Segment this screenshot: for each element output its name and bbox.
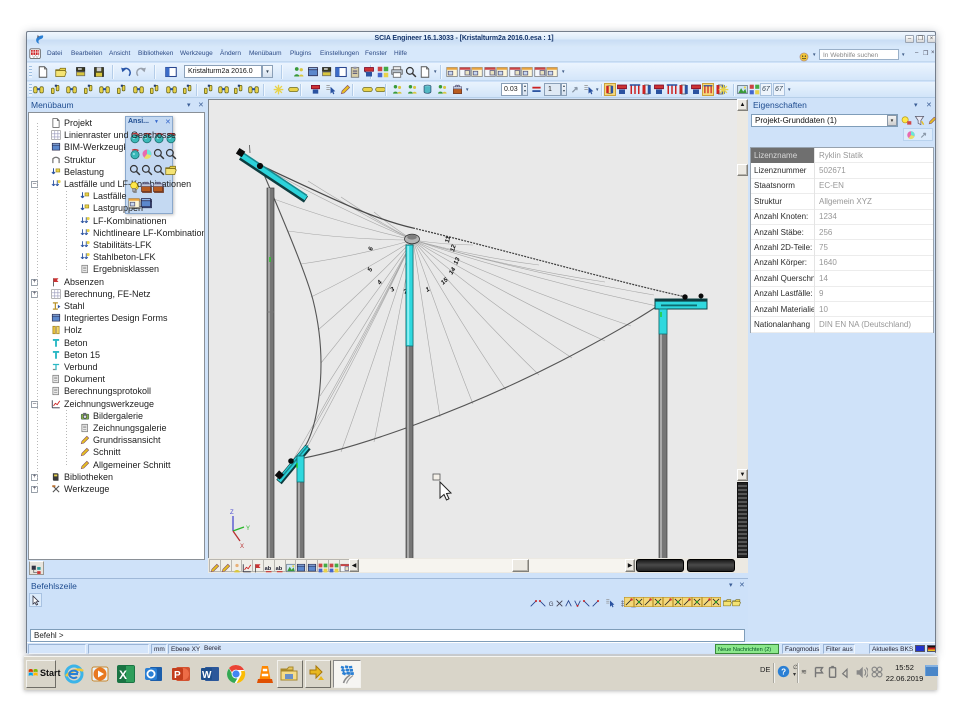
svg-text:W: W	[202, 670, 212, 681]
svg-text:X: X	[119, 668, 127, 682]
svg-text:?: ?	[781, 667, 786, 676]
svg-text:ab: ab	[265, 566, 272, 572]
svg-text:4: 4	[376, 279, 385, 287]
svg-text:G: G	[548, 601, 553, 608]
svg-text:5: 5	[366, 266, 374, 273]
svg-text:3: 3	[389, 286, 396, 294]
svg-text:Z: Z	[230, 510, 234, 516]
svg-text:15: 15	[440, 276, 450, 286]
svg-text:Y: Y	[246, 526, 250, 532]
svg-text:X: X	[240, 544, 244, 550]
svg-text:6: 6	[367, 246, 375, 252]
svg-text:13: 13	[452, 256, 461, 266]
svg-text:P: P	[174, 670, 181, 681]
svg-text:11: 11	[444, 235, 452, 243]
svg-text:12: 12	[449, 243, 458, 252]
svg-text:ab: ab	[275, 566, 282, 572]
